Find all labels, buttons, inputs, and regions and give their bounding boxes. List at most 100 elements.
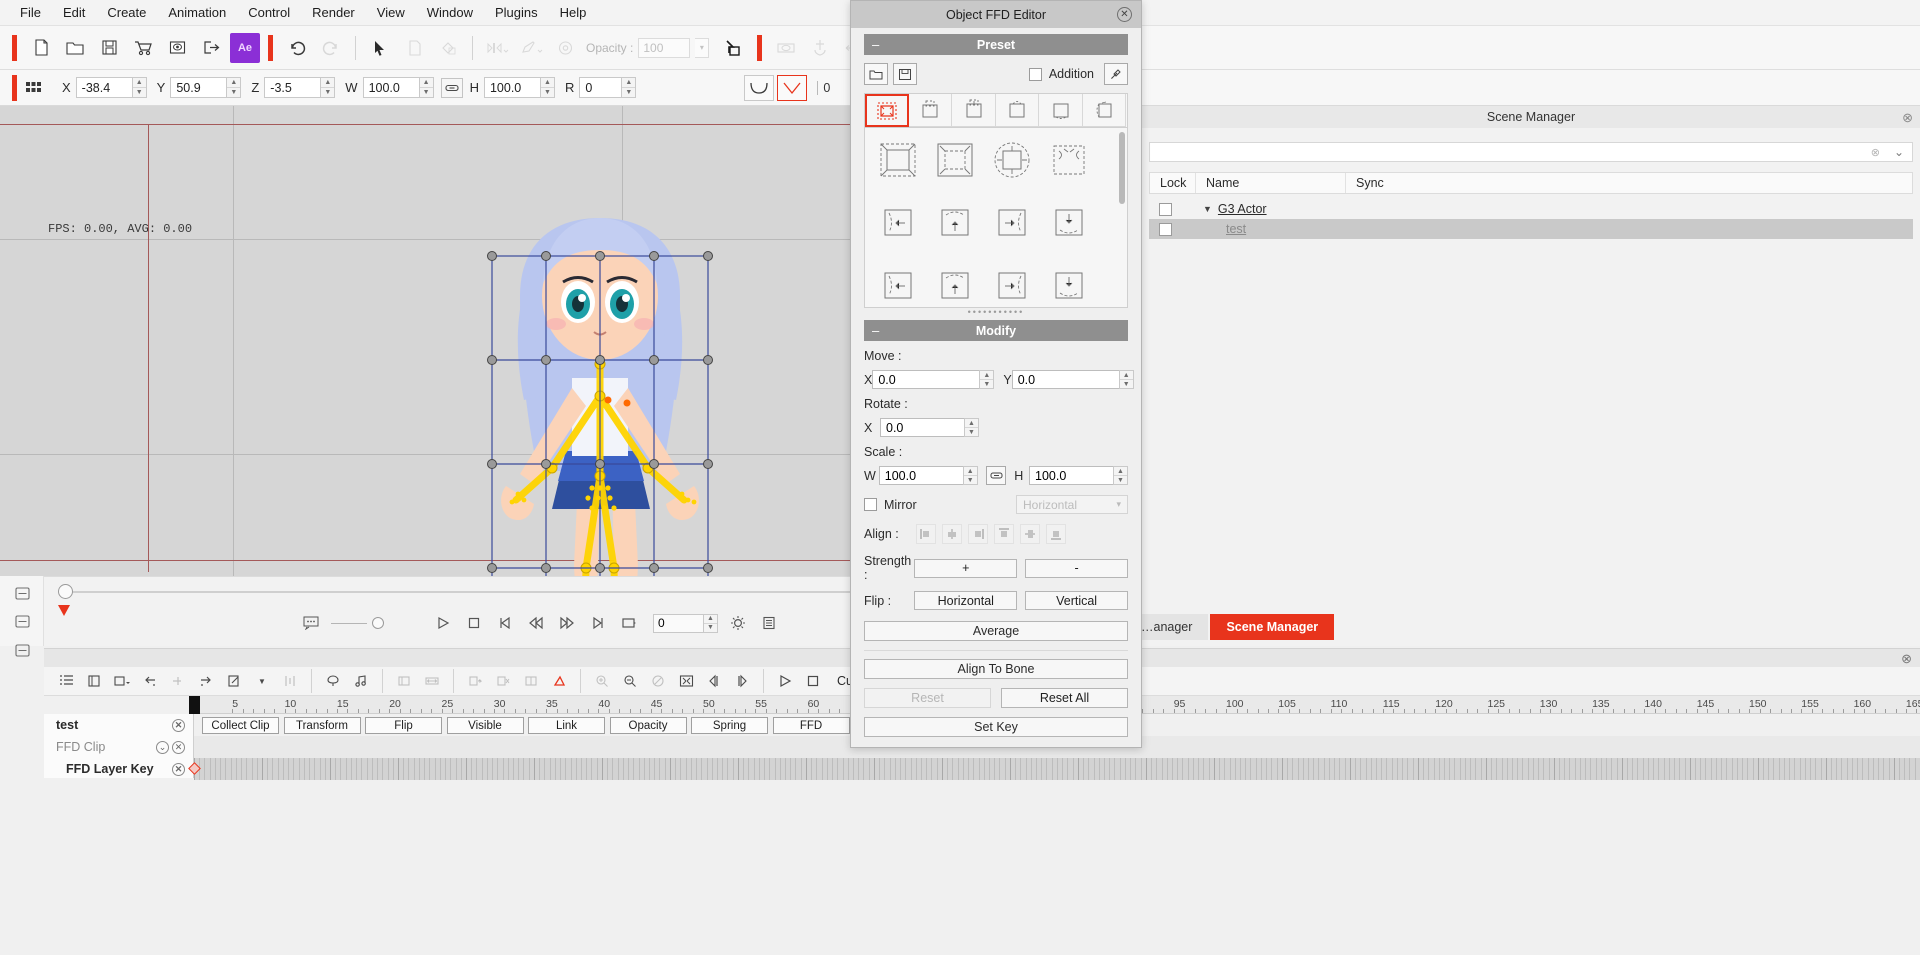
save-disk-icon[interactable]	[94, 33, 124, 63]
split-icon[interactable]	[463, 670, 487, 692]
timeline-close-icon[interactable]: ⊗	[1901, 651, 1912, 667]
menu-item-file[interactable]: File	[10, 2, 51, 23]
preset-strip-item-3[interactable]	[952, 94, 996, 127]
spring-wave-icon[interactable]	[10, 611, 34, 633]
sharp-curve-icon[interactable]	[777, 75, 807, 101]
close-icon[interactable]: ✕	[1117, 7, 1132, 22]
rotate-x-input[interactable]	[880, 418, 964, 437]
move-x-field[interactable]: ▲▼	[872, 370, 994, 389]
trim-right-icon[interactable]	[730, 670, 754, 692]
grid-mode-icon[interactable]	[24, 79, 44, 97]
preset-section-header[interactable]: – Preset	[864, 34, 1128, 55]
audio-icon[interactable]	[349, 670, 373, 692]
tree-row-test[interactable]: test	[1149, 219, 1913, 239]
close-icon[interactable]: ✕	[172, 719, 185, 732]
resize-clip-icon[interactable]	[392, 670, 416, 692]
add-key-icon[interactable]	[166, 670, 190, 692]
move-y-spinner[interactable]: ▲▼	[1119, 370, 1134, 389]
opacity-spinner[interactable]: ▾	[695, 38, 709, 58]
preset-item-8[interactable]	[1040, 194, 1097, 251]
track-list-icon[interactable]	[54, 670, 78, 692]
align-bottom-icon[interactable]	[1046, 524, 1066, 544]
strength-minus-button[interactable]: -	[1025, 559, 1128, 578]
clip-button-flip[interactable]: Flip	[365, 717, 442, 734]
addition-checkbox[interactable]	[1029, 68, 1042, 81]
scale-h-field[interactable]: ▲▼	[1029, 466, 1128, 485]
render-list-icon[interactable]	[758, 612, 780, 634]
reset-button[interactable]: Reset	[864, 688, 991, 708]
copy-icon[interactable]	[399, 33, 429, 63]
clip-button-transform[interactable]: Transform	[284, 717, 361, 734]
expand-icon[interactable]: ⌄	[156, 741, 169, 754]
r-spinner[interactable]: ▲▼	[621, 77, 636, 98]
scale-h-input[interactable]	[1029, 466, 1113, 485]
redo-icon[interactable]	[316, 33, 346, 63]
export-icon[interactable]	[196, 33, 226, 63]
clear-icon[interactable]: ⊗	[1871, 146, 1880, 159]
fit-icon[interactable]	[674, 670, 698, 692]
link-wh-icon[interactable]	[986, 466, 1006, 485]
resize-grip[interactable]: •••••••••••	[851, 308, 1141, 316]
y-input[interactable]	[170, 77, 226, 98]
edit-icon[interactable]	[222, 670, 246, 692]
play-icon[interactable]	[432, 612, 454, 634]
playback-icon[interactable]	[482, 33, 512, 63]
modify-section-header[interactable]: – Modify	[864, 320, 1128, 341]
flip-horizontal-button[interactable]: Horizontal	[914, 591, 1017, 610]
preview-icon[interactable]	[162, 33, 192, 63]
align-top-icon[interactable]	[994, 524, 1014, 544]
ffd-titlebar[interactable]: Object FFD Editor ✕	[851, 1, 1141, 28]
rect-tool-icon[interactable]	[10, 582, 34, 604]
stop-icon[interactable]	[463, 612, 485, 634]
x-field[interactable]: ▲▼	[76, 77, 147, 98]
preset-item-7[interactable]	[983, 194, 1040, 251]
character-ffd-canvas[interactable]	[0, 106, 855, 576]
clip-button-visible[interactable]: Visible	[447, 717, 524, 734]
loop-clip-icon[interactable]	[519, 670, 543, 692]
add-track-icon[interactable]	[82, 670, 106, 692]
stage-viewport[interactable]: FPS: 0.00, AVG: 0.00 STAGE MODE	[0, 106, 855, 576]
clip-button-opacity[interactable]: Opacity	[610, 717, 687, 734]
mirror-checkbox[interactable]	[864, 498, 877, 511]
clip-button-ffd[interactable]: FFD	[773, 717, 850, 734]
h-spinner[interactable]: ▲▼	[540, 77, 555, 98]
chevron-down-icon[interactable]: ▼	[1203, 204, 1212, 214]
strength-plus-button[interactable]: +	[914, 559, 1017, 578]
motion-path-icon[interactable]	[719, 33, 749, 63]
track-label-test[interactable]: test ✕	[44, 714, 194, 736]
arrow-select-icon[interactable]	[365, 33, 395, 63]
search-input[interactable]: ⊗ ⌄	[1149, 142, 1913, 162]
collapse-icon[interactable]: –	[872, 323, 879, 338]
menu-item-animation[interactable]: Animation	[158, 2, 236, 23]
preset-item-10[interactable]	[926, 257, 983, 308]
subtitle-icon[interactable]	[300, 612, 322, 634]
preset-item-12[interactable]	[1040, 257, 1097, 308]
opacity-value[interactable]: 100	[638, 38, 690, 58]
playhead-handle[interactable]	[189, 696, 200, 714]
eyedropper-icon[interactable]	[1104, 63, 1128, 85]
h-input[interactable]	[484, 77, 540, 98]
r-field[interactable]: ▲▼	[579, 77, 636, 98]
eye-icon[interactable]	[550, 33, 580, 63]
scale-h-spinner[interactable]: ▲▼	[1113, 466, 1128, 485]
x-input[interactable]	[76, 77, 132, 98]
play-icon[interactable]	[773, 670, 797, 692]
preset-item-5[interactable]	[869, 194, 926, 251]
move-x-spinner[interactable]: ▲▼	[979, 370, 994, 389]
step-back-icon[interactable]	[525, 612, 547, 634]
new-document-icon[interactable]	[26, 33, 56, 63]
y-field[interactable]: ▲▼	[170, 77, 241, 98]
prev-key-icon[interactable]	[494, 612, 516, 634]
mirror-select[interactable]: Horizontal	[1016, 495, 1128, 514]
next-clip-icon[interactable]	[194, 670, 218, 692]
w-spinner[interactable]: ▲▼	[419, 77, 434, 98]
transport-slider-track[interactable]	[331, 623, 367, 624]
undo-icon[interactable]	[282, 33, 312, 63]
collapse-icon[interactable]: –	[872, 37, 879, 52]
z-input[interactable]	[264, 77, 320, 98]
preset-item-4[interactable]	[1040, 131, 1097, 188]
preset-item-11[interactable]	[983, 257, 1040, 308]
link-wh-icon[interactable]	[441, 78, 463, 98]
anchor-icon[interactable]	[805, 33, 835, 63]
rotate-x-spinner[interactable]: ▲▼	[964, 418, 979, 437]
